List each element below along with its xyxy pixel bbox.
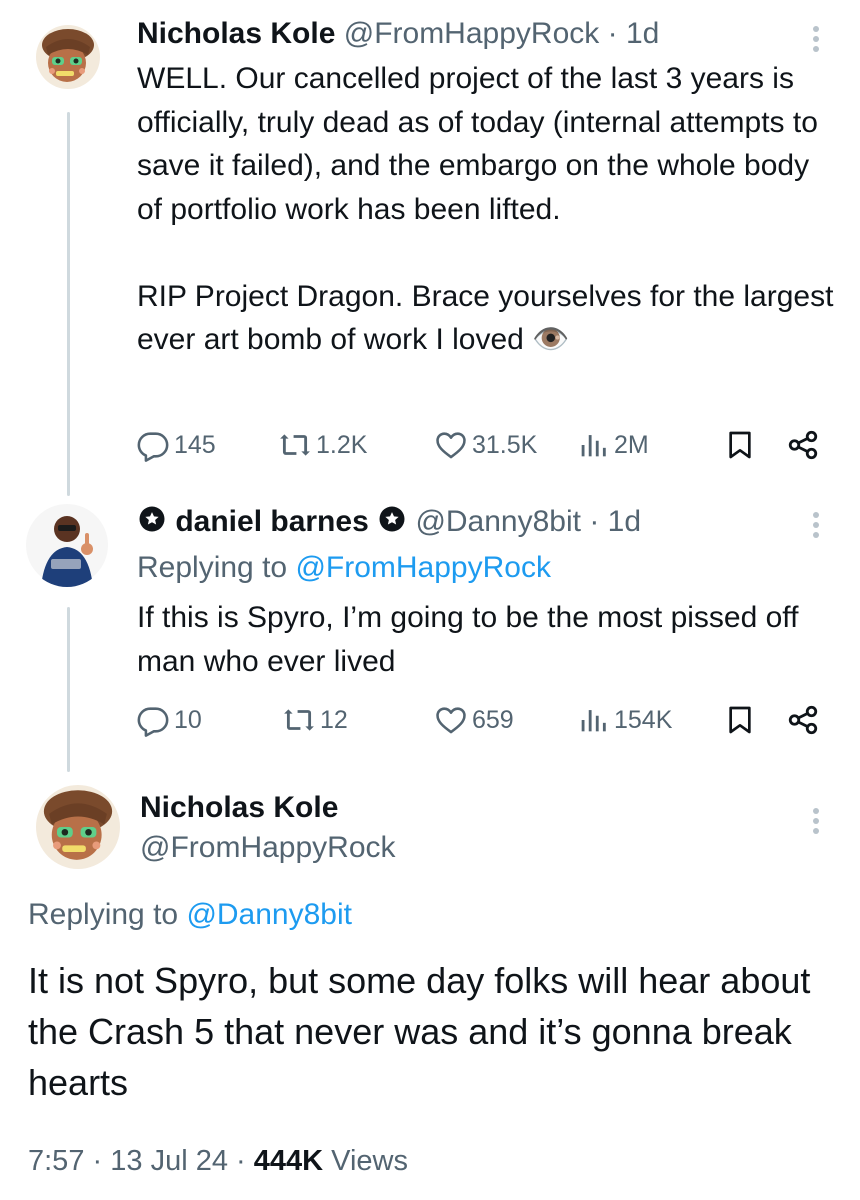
share-button[interactable]	[786, 427, 820, 463]
replying-to: Replying to @Danny8bit	[28, 897, 352, 933]
tweet-header: daniel barnes @Danny8bit · 1d	[137, 504, 641, 539]
reply-button[interactable]: 145	[136, 427, 216, 463]
views-label: Views	[331, 1145, 408, 1177]
author-handle[interactable]: @FromHappyRock	[140, 831, 396, 865]
author-handle[interactable]: @FromHappyRock	[344, 17, 600, 50]
views-icon	[581, 710, 606, 732]
reply-count: 10	[174, 705, 202, 734]
tweet-paragraph: RIP Project Dragon. Brace yourselves for…	[137, 279, 834, 357]
bookmark-button[interactable]	[724, 702, 756, 738]
author-handle[interactable]: @Danny8bit	[415, 505, 581, 538]
repost-icon	[280, 434, 310, 456]
separator: ·	[607, 17, 618, 50]
verified-icon	[139, 506, 165, 532]
mention-link[interactable]: @Danny8bit	[186, 898, 352, 931]
like-icon	[436, 432, 466, 459]
share-button[interactable]	[786, 702, 820, 738]
views-count: 444K	[253, 1145, 324, 1177]
views-icon	[581, 435, 606, 457]
repost-button[interactable]: 12	[282, 702, 348, 738]
like-button[interactable]: 31.5K	[434, 427, 537, 463]
like-icon	[436, 707, 466, 734]
replying-prefix: Replying to	[28, 898, 179, 931]
bookmark-icon	[729, 431, 751, 459]
separator: ·	[589, 505, 600, 538]
author-name[interactable]: Nicholas Kole	[140, 791, 338, 825]
repost-icon	[284, 709, 314, 731]
reply-icon	[137, 707, 169, 737]
separator: ·	[236, 1145, 246, 1177]
tweet-text: If this is Spyro, I’m going to be the mo…	[137, 601, 799, 678]
main-tweet-text: It is not Spyro, but some day folks will…	[28, 960, 811, 1103]
more-icon[interactable]	[812, 26, 820, 56]
like-count: 659	[472, 705, 514, 734]
tweet-time[interactable]: 1d	[608, 505, 641, 538]
avatar[interactable]	[36, 25, 100, 89]
repost-count: 1.2K	[316, 430, 368, 459]
tweet-meta: 7:57 · 13 Jul 24 · 444K Views	[28, 1143, 408, 1179]
tweet-time[interactable]: 1d	[626, 17, 659, 50]
reply-count: 145	[174, 430, 216, 459]
bookmark-button[interactable]	[724, 427, 756, 463]
tweet-thread: Nicholas Kole @FromHappyRock · 1d WELL. …	[0, 0, 860, 1200]
tweet-time[interactable]: 7:57	[28, 1145, 84, 1177]
tweet-text: WELL. Our cancelled project of the last …	[137, 57, 842, 362]
replying-to: Replying to @FromHappyRock	[137, 550, 551, 586]
tweet-date[interactable]: 13 Jul 24	[110, 1145, 228, 1177]
views-button[interactable]: 154K	[576, 702, 672, 738]
more-icon[interactable]	[812, 808, 820, 838]
views-button[interactable]: 2M	[576, 427, 649, 463]
bookmark-icon	[729, 706, 751, 734]
reply-button[interactable]: 10	[136, 702, 202, 738]
thread-line	[67, 112, 70, 496]
repost-count: 12	[320, 705, 348, 734]
author-name[interactable]: Nicholas Kole	[137, 17, 335, 50]
repost-button[interactable]: 1.2K	[278, 427, 367, 463]
like-button[interactable]: 659	[434, 702, 514, 738]
avatar[interactable]	[36, 785, 120, 869]
separator: ·	[92, 1145, 103, 1177]
share-icon	[788, 705, 818, 735]
thread-line	[67, 607, 70, 772]
views-count: 2M	[614, 430, 649, 459]
more-icon[interactable]	[812, 512, 820, 542]
reply-icon	[137, 432, 169, 462]
share-icon	[788, 430, 818, 460]
mention-link[interactable]: @FromHappyRock	[295, 551, 551, 584]
tweet-paragraph: WELL. Our cancelled project of the last …	[137, 62, 818, 226]
replying-prefix: Replying to	[137, 551, 288, 584]
verified-icon	[379, 506, 405, 532]
like-count: 31.5K	[472, 430, 538, 459]
avatar[interactable]	[25, 503, 109, 587]
views-count: 154K	[614, 705, 673, 734]
author-name[interactable]: daniel barnes	[175, 505, 368, 538]
tweet-header: Nicholas Kole @FromHappyRock · 1d	[137, 17, 659, 51]
